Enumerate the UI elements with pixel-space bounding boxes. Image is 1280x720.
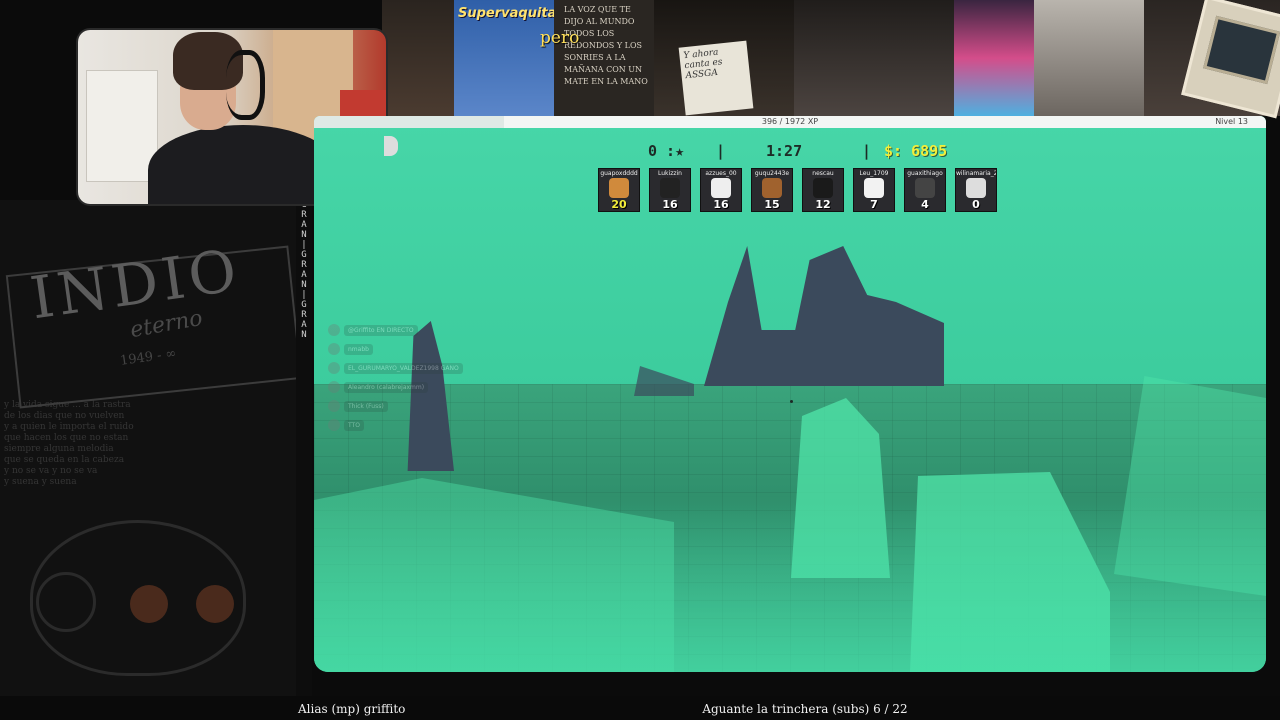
game-side-tab[interactable]	[384, 136, 398, 156]
banner-note: Y ahora canta es ASSGA	[678, 40, 754, 116]
banner-supervaquita: Supervaquita	[454, 0, 557, 116]
chat-text: nmabb	[344, 343, 373, 355]
chat-feed: @Griffito EN DIRECTO nmabb EL_GURUMARYO_…	[328, 324, 463, 438]
wall-sketch	[86, 70, 158, 182]
chat-avatar	[328, 362, 340, 374]
player-score: 15	[764, 198, 780, 211]
player-avatar	[915, 178, 935, 198]
chat-text: Aleandro (calabrejaxmm)	[344, 381, 429, 393]
money-value: 6895	[911, 142, 948, 160]
money-label: $:	[884, 142, 903, 160]
player-score: 7	[870, 198, 878, 211]
player-avatar	[813, 178, 833, 198]
banner-people-photo	[1034, 0, 1144, 116]
chat-text: @Griffito EN DIRECTO	[344, 324, 418, 336]
player-score: 16	[662, 198, 678, 211]
player-card[interactable]: wilinamaria_2 0	[955, 168, 997, 212]
player-score: 12	[815, 198, 831, 211]
player-avatar	[660, 178, 680, 198]
banner-colorful-photo	[954, 0, 1034, 116]
art-eye-right	[196, 585, 234, 623]
player-name: wilinamaria_2	[956, 170, 996, 177]
chat-text: Thick (Fuss)	[344, 400, 388, 412]
player-card[interactable]: Leu_1709 7	[853, 168, 895, 212]
banner-group-photo	[794, 0, 954, 116]
background-art: y la vida sigue ... a la rastra de los d…	[0, 200, 312, 700]
chat-message: Aleandro (calabrejaxmm)	[328, 381, 463, 393]
banner-photo	[382, 0, 454, 116]
player-name: guapoxdddd	[600, 170, 638, 177]
money-counter: $: 6895	[884, 142, 947, 160]
chat-text: EL_GURUMARYO_VALDEZ1998 GANO	[344, 362, 463, 374]
chat-message: @Griffito EN DIRECTO	[328, 324, 463, 336]
headphones-icon	[226, 50, 265, 120]
game-viewport[interactable]: 396 / 1972 XP Nivel 13 0 :★ | 1:27 | $: …	[314, 116, 1266, 672]
player-card[interactable]: nescau 12	[802, 168, 844, 212]
chat-avatar	[328, 419, 340, 431]
level-text: Nivel 13	[1215, 117, 1248, 126]
chat-avatar	[328, 381, 340, 393]
banner-poster: LA VOZ QUE TE DIJO AL MUNDO TODOS LOS RE…	[554, 0, 654, 116]
player-avatar	[864, 178, 884, 198]
game-fog	[314, 496, 1266, 672]
chat-message: EL_GURUMARYO_VALDEZ1998 GANO	[328, 362, 463, 374]
supervaquita-logo: Supervaquita	[458, 6, 557, 21]
player-card[interactable]: guqu2443e 15	[751, 168, 793, 212]
crosshair-icon	[790, 400, 793, 403]
player-avatar	[966, 178, 986, 198]
chat-avatar	[328, 324, 340, 336]
player-score: 20	[611, 198, 627, 211]
player-name: nescau	[812, 170, 834, 177]
hud-separator: |	[862, 142, 872, 160]
hud-separator: |	[716, 142, 726, 160]
chat-text: TTO	[344, 419, 364, 431]
chat-avatar	[328, 343, 340, 355]
player-card[interactable]: guapoxdddd 20	[598, 168, 640, 212]
player-avatar	[609, 178, 629, 198]
caption-text: pero	[540, 28, 580, 48]
player-score: 0	[972, 198, 980, 211]
player-avatar	[762, 178, 782, 198]
xp-bar: 396 / 1972 XP Nivel 13	[314, 116, 1266, 128]
game-hud: 0 :★ | 1:27 | $: 6895	[314, 142, 1266, 164]
xp-text: 396 / 1972 XP	[761, 117, 819, 126]
chat-message: Thick (Fuss)	[328, 400, 463, 412]
player-list: guapoxdddd 20 Lukizzin 16 azzues_00 16 guqu…	[598, 168, 997, 212]
player-name: Lukizzin	[658, 170, 682, 177]
player-name: guqu2443e	[754, 170, 790, 177]
vertical-text-strip: G R A N | G R A N | G R A N	[296, 200, 312, 700]
player-name: guaxithiago	[907, 170, 943, 177]
player-card[interactable]: Lukizzin 16	[649, 168, 691, 212]
player-score: 4	[921, 198, 929, 211]
player-score: 16	[713, 198, 729, 211]
player-avatar	[711, 178, 731, 198]
banner-note-photo: Y ahora canta es ASSGA	[654, 0, 794, 116]
chat-message: TTO	[328, 419, 463, 431]
sub-goal: Aguante la trinchera (subs) 6 / 22	[702, 702, 908, 716]
art-eye-left	[130, 585, 168, 623]
player-card[interactable]: guaxithiago 4	[904, 168, 946, 212]
art-scribble: y la vida sigue ... a la rastra de los d…	[4, 400, 134, 487]
art-glasses-ring	[36, 572, 96, 632]
player-name: Leu_1709	[859, 170, 889, 177]
tv-screen	[1203, 15, 1280, 85]
top-image-banner: Supervaquita LA VOZ QUE TE DIJO AL MUNDO…	[382, 0, 1280, 116]
chat-message: nmabb	[328, 343, 463, 355]
chat-avatar	[328, 400, 340, 412]
player-card[interactable]: azzues_00 16	[700, 168, 742, 212]
round-timer: 1:27	[766, 142, 803, 160]
stars-counter: 0 :★	[648, 142, 685, 160]
player-name: azzues_00	[705, 170, 737, 177]
